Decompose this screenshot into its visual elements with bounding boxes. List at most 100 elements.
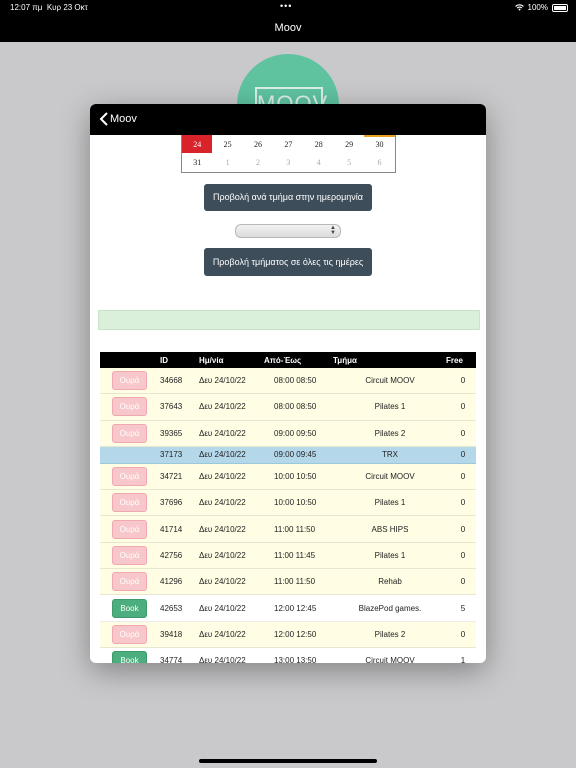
action-cell: Ουρά: [112, 490, 147, 515]
home-indicator[interactable]: [199, 759, 377, 763]
back-chevron-icon[interactable]: [98, 112, 110, 126]
table-row[interactable]: 37173 Δευ 24/10/22 09:00 09:45 TRX 0: [100, 446, 476, 464]
queue-button[interactable]: Ουρά: [112, 371, 147, 391]
battery-icon: [552, 3, 568, 12]
book-button[interactable]: Book: [112, 651, 147, 663]
cell-date: Δευ 24/10/22: [199, 428, 246, 438]
cell-free: 0: [460, 550, 466, 560]
table-row[interactable]: Book 34774 Δευ 24/10/22 13:00 13:50 Circuit …: [100, 647, 476, 663]
calendar-day[interactable]: 3: [273, 153, 303, 171]
cell-date: Δευ 24/10/22: [199, 402, 246, 412]
cell-dept: Pilates 1: [374, 550, 406, 560]
queue-button[interactable]: Ουρά: [112, 493, 147, 513]
calendar-day[interactable]: 4: [304, 153, 334, 171]
cell-free: 0: [460, 450, 466, 460]
cell-time: 11:00 11:50: [274, 577, 316, 587]
action-cell: Ουρά: [112, 368, 147, 393]
table-row[interactable]: Ουρά 41296 Δευ 24/10/22 11:00 11:50 Rehab 0: [100, 569, 476, 596]
cell-id: 37643: [160, 402, 183, 412]
cell-dept: Pilates 1: [374, 498, 406, 508]
calendar-day[interactable]: 24: [182, 135, 213, 153]
queue-button[interactable]: Ουρά: [112, 423, 147, 443]
battery-percent: 100%: [527, 3, 548, 12]
action-cell: Book: [112, 595, 147, 620]
cell-dept: Pilates 2: [374, 428, 406, 438]
table-row[interactable]: Ουρά 34721 Δευ 24/10/22 10:00 10:50 Circuit …: [100, 463, 476, 491]
table-body: Ουρά 34668 Δευ 24/10/22 08:00 08:50 Circuit …: [100, 368, 476, 663]
cell-date: Δευ 24/10/22: [199, 629, 246, 639]
table-row[interactable]: Book 42653 Δευ 24/10/22 12:00 12:45 BlazePod…: [100, 595, 476, 622]
department-select[interactable]: ▲ ▼: [235, 224, 341, 238]
calendar-day[interactable]: 28: [304, 135, 334, 153]
table-row[interactable]: Ουρά 34668 Δευ 24/10/22 08:00 08:50 Circuit …: [100, 368, 476, 395]
queue-button[interactable]: Ουρά: [112, 519, 147, 539]
modal-header: Moov: [90, 104, 486, 135]
multitasking-dots-icon[interactable]: •••: [280, 1, 292, 11]
back-button[interactable]: Moov: [110, 113, 137, 125]
calendar-day[interactable]: 1: [212, 153, 242, 171]
cell-date: Δευ 24/10/22: [199, 498, 246, 508]
cell-date: Δευ 24/10/22: [199, 550, 246, 560]
cell-id: 41714: [160, 524, 183, 534]
calendar-day[interactable]: 6: [364, 153, 394, 171]
cell-time: 08:00 08:50: [274, 402, 317, 412]
header-date: Ημ/νία: [199, 355, 224, 365]
calendar-day[interactable]: 31: [182, 153, 212, 171]
calendar-row: 31 1 2 3 4 5 6: [182, 153, 395, 171]
calendar-day[interactable]: 5: [334, 153, 364, 171]
table-header: ID Ημ/νία Από-Έως Τμήμα Free: [100, 352, 476, 368]
calendar-day[interactable]: 25: [212, 135, 242, 153]
cell-free: 0: [460, 472, 466, 482]
select-arrows-icon: ▲ ▼: [330, 225, 336, 236]
cell-id: 39418: [160, 629, 183, 639]
calendar-row: 24 25 26 27 28 29 30: [182, 135, 396, 153]
calendar: 24 25 26 27 28 29 30 31 1 2 3 4 5 6: [181, 135, 396, 173]
cell-time: 12:00 12:45: [274, 603, 317, 613]
action-cell: Ουρά: [112, 516, 147, 541]
view-by-date-button[interactable]: Προβολή ανά τμήμα στην ημερομηνία: [204, 184, 372, 211]
queue-button[interactable]: Ουρά: [112, 545, 147, 565]
action-cell: Book: [112, 648, 147, 663]
action-cell: Ουρά: [112, 569, 147, 594]
cell-dept: Circuit MOOV: [365, 656, 415, 663]
cell-time: 13:00 13:50: [274, 656, 317, 663]
cell-free: 1: [460, 656, 466, 663]
table-row[interactable]: Ουρά 42756 Δευ 24/10/22 11:00 11:45 Pilates …: [100, 542, 476, 570]
cell-dept: Rehab: [378, 577, 402, 587]
status-time-date: 12:07 πμ Κυρ 23 Οκτ: [10, 3, 88, 12]
table-row[interactable]: Ουρά 39418 Δευ 24/10/22 12:00 12:50 Pilates …: [100, 621, 476, 648]
queue-button[interactable]: Ουρά: [112, 572, 147, 592]
cell-date: Δευ 24/10/22: [199, 472, 246, 482]
view-all-days-button[interactable]: Προβολή τμήματος σε όλες τις ημέρες: [204, 248, 372, 276]
table-row[interactable]: Ουρά 37696 Δευ 24/10/22 10:00 10:50 Pilates …: [100, 490, 476, 517]
calendar-day[interactable]: 26: [243, 135, 273, 153]
cell-id: 42653: [160, 603, 183, 613]
table-row[interactable]: Ουρά 41714 Δευ 24/10/22 11:00 11:50 ABS HIPS…: [100, 516, 476, 543]
cell-id: 34721: [160, 472, 183, 482]
classes-table: ID Ημ/νία Από-Έως Τμήμα Free Ουρά 34668 Δε…: [100, 352, 476, 663]
status-indicators: 100%: [514, 3, 568, 12]
header-id: ID: [160, 355, 168, 365]
header-time: Από-Έως: [264, 355, 302, 365]
calendar-day[interactable]: 29: [334, 135, 364, 153]
cell-time: 10:00 10:50: [274, 472, 317, 482]
cell-free: 0: [460, 577, 466, 587]
app-header: Moov: [0, 14, 576, 42]
cell-free: 5: [460, 603, 466, 613]
queue-button[interactable]: Ουρά: [112, 624, 147, 644]
calendar-day[interactable]: 2: [243, 153, 273, 171]
cell-free: 0: [460, 524, 466, 534]
table-row[interactable]: Ουρά 37643 Δευ 24/10/22 08:00 08:50 Pilates …: [100, 394, 476, 421]
cell-time: 12:00 12:50: [274, 629, 317, 639]
app-title: Moov: [274, 22, 302, 34]
queue-button[interactable]: Ουρά: [112, 397, 147, 417]
cell-time: 09:00 09:50: [274, 428, 317, 438]
book-button[interactable]: Book: [112, 598, 147, 618]
cell-time: 09:00 09:45: [274, 450, 317, 460]
calendar-day[interactable]: 27: [273, 135, 303, 153]
table-row[interactable]: Ουρά 39365 Δευ 24/10/22 09:00 09:50 Pilates …: [100, 420, 476, 447]
calendar-day[interactable]: 30: [364, 135, 396, 153]
cell-id: 34668: [160, 376, 183, 386]
queue-button[interactable]: Ουρά: [112, 467, 147, 487]
cell-id: 34774: [160, 656, 183, 663]
